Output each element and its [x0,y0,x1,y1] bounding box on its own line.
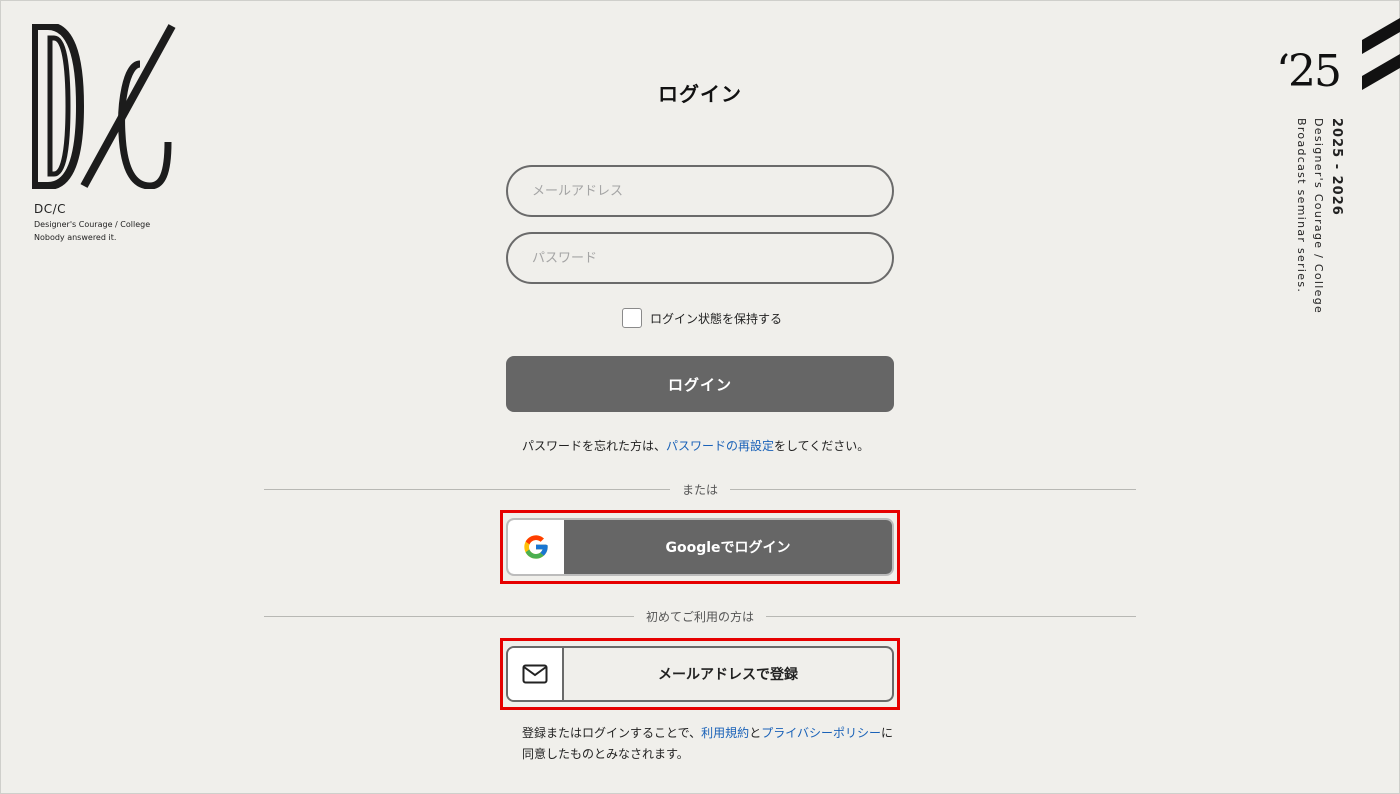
email-signup-label: メールアドレスで登録 [658,667,798,683]
divider-first-time-label: 初めてご利用の方は [633,610,766,624]
brand-name: DC/C [34,202,67,216]
page-title: ログイン [658,82,742,106]
mail-icon-box [508,648,564,700]
forgot-suffix: をしてください。 [774,439,870,453]
remember-login[interactable]: ログイン状態を保持する [622,308,782,328]
terms-prefix: 登録またはログインすることで、 [522,726,702,740]
terms-line-1: 登録またはログインすることで、利用規約とプライバシーポリシーに [522,724,893,741]
privacy-policy-link[interactable]: プライバシーポリシー [761,726,881,740]
google-login-button[interactable]: Googleでログイン [506,518,894,576]
period-label: 2025 - 2026 [1329,118,1344,216]
terms-line-2: 同意したものとみなされます。 [522,747,689,761]
terms-suffix: に [880,726,893,740]
terms-and: と [749,726,762,740]
brand-tagline: Nobody answered it. [34,233,117,242]
remember-checkbox[interactable] [622,308,642,328]
terms-of-use-link[interactable]: 利用規約 [701,726,749,740]
password-input[interactable] [506,232,894,284]
google-login-label: Googleでログイン [665,540,791,556]
email-signup-button[interactable]: メールアドレスで登録 [506,646,894,702]
forgot-prefix: パスワードを忘れた方は、 [522,439,667,453]
side-line-1: Designer's Courage / College [1312,118,1325,315]
divider-first-time: 初めてご利用の方は [0,608,1400,625]
forgot-password-text: パスワードを忘れた方は、パスワードの再設定をしてください。 [522,437,869,454]
login-button[interactable]: ログイン [506,356,894,412]
divider-or-label: または [669,483,730,497]
side-line-2: Broadcast seminar series. [1295,118,1308,294]
email-input[interactable] [506,165,894,217]
reset-password-link[interactable]: パスワードの再設定 [666,439,774,453]
remember-label: ログイン状態を保持する [650,311,783,326]
brand-subtitle: Designer's Courage / College [34,220,151,229]
google-g-icon [524,535,548,559]
google-icon-box [508,520,564,574]
divider-or: または [0,481,1400,498]
mail-envelope-icon [522,664,548,684]
